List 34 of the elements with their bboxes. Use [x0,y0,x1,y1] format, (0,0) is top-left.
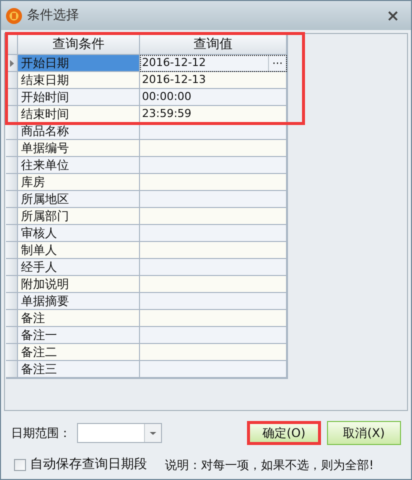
column-header[interactable]: 查询条件 [18,35,140,55]
window-title: 条件选择 [27,6,80,25]
row-indicator[interactable] [6,293,18,310]
row-indicator[interactable] [6,140,18,157]
row-indicator[interactable] [6,344,18,361]
date-range-dropdown[interactable] [77,423,162,443]
cell-value: 23:59:59 [141,106,192,122]
cell-value: 2016-12-12 [141,54,207,71]
row-indicator[interactable] [6,191,18,208]
cell-value: 00:00:00 [141,88,192,105]
app-logo-icon [5,6,23,24]
row-indicator[interactable] [6,242,18,259]
column-header[interactable]: 查询值 [140,35,287,55]
row-indicator[interactable] [6,208,18,225]
cancel-button[interactable]: 取消(X) [327,421,401,445]
row-indicator[interactable] [6,157,18,174]
date-range-label: 日期范围： [11,425,72,442]
row-indicator[interactable] [6,276,18,293]
row-indicator[interactable] [6,259,18,276]
row-indicator[interactable] [6,174,18,191]
note-text: 说明：对每一项，如果不选，则为全部! [165,456,374,474]
ok-button[interactable]: 确定(O) [247,421,321,445]
ellipsis-button[interactable]: ··· [268,55,286,71]
row-indicator[interactable] [6,361,18,378]
row-indicator[interactable] [6,225,18,242]
close-button[interactable]: × [383,6,403,24]
cell-value: 2016-12-13 [141,72,207,88]
table-cell: 结束时间 [18,106,140,123]
autosave-label: 自动保存查询日期段 [30,456,147,474]
row-indicator[interactable] [6,310,18,327]
row-indicator[interactable] [6,327,18,344]
table-cell: 备注三 [18,361,140,378]
autosave-checkbox[interactable] [14,458,26,471]
table-cell: 开始日期 [18,55,140,72]
